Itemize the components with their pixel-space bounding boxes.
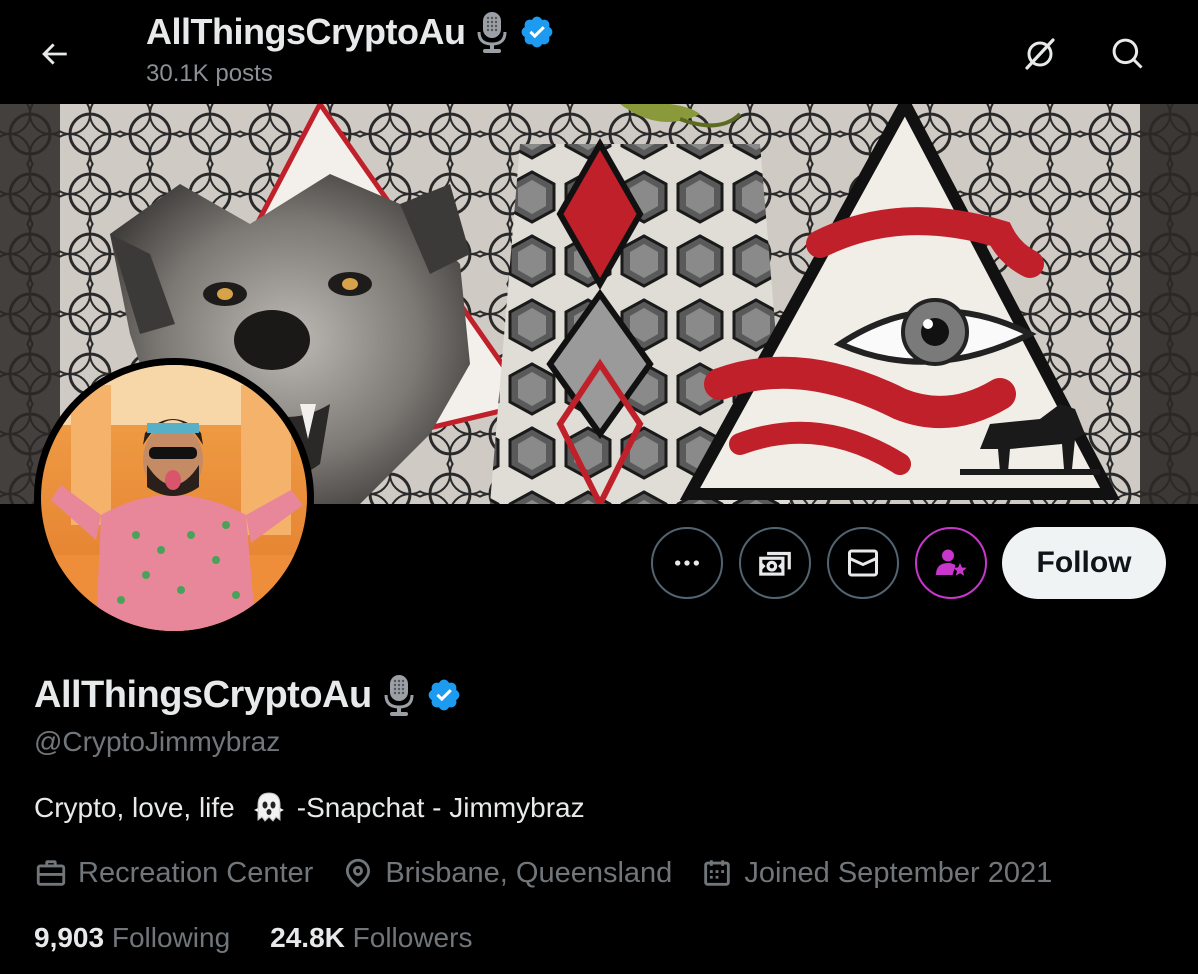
calendar-icon xyxy=(704,860,731,886)
subscribe-button[interactable] xyxy=(915,527,987,599)
profile-meta-row: Recreation Center Brisbane, Queensland J… xyxy=(34,856,1080,890)
more-icon xyxy=(675,560,699,566)
grok-button[interactable] xyxy=(1014,28,1066,80)
profile-location: Brisbane, Queensland xyxy=(341,856,672,890)
verified-badge-icon xyxy=(522,16,553,48)
search-button[interactable] xyxy=(1102,28,1154,80)
following-label: Following xyxy=(111,922,231,953)
back-button[interactable] xyxy=(28,28,80,80)
follow-button[interactable]: Follow xyxy=(1002,527,1166,599)
arrow-left-icon xyxy=(42,43,67,65)
microphone-icon xyxy=(477,12,507,53)
mail-icon xyxy=(847,549,878,577)
followers-count: 24.8K xyxy=(270,922,345,953)
profile-name-row: AllThingsCryptoAu xyxy=(34,672,462,718)
profile-avatar[interactable] xyxy=(34,358,314,638)
more-options-button[interactable] xyxy=(651,527,723,599)
profile-category: Recreation Center xyxy=(34,856,313,890)
location-label: Brisbane, Queensland xyxy=(385,856,673,889)
grok-icon xyxy=(1025,38,1055,70)
bio-text-start: Crypto, love, life xyxy=(34,792,235,823)
following-link[interactable]: 9,903 Following xyxy=(34,922,230,954)
search-icon xyxy=(1112,38,1143,69)
avatar-photo xyxy=(41,365,307,631)
followers-label: Followers xyxy=(352,922,473,953)
person-star-icon xyxy=(936,549,967,576)
category-label: Recreation Center xyxy=(78,856,314,889)
top-navigation-bar: AllThingsCryptoAu 30.1K posts xyxy=(0,0,1198,104)
profile-stats-row: 9,903 Following 24.8K Followers xyxy=(34,922,512,954)
profile-handle: @CryptoJimmybraz xyxy=(34,726,281,757)
header-display-name: AllThingsCryptoAu xyxy=(146,11,466,52)
briefcase-icon xyxy=(36,860,66,886)
verified-badge-icon[interactable] xyxy=(426,677,462,713)
profile-bio: Crypto, love, life -Snapchat - Jimmybraz xyxy=(34,790,585,826)
header-title-block: AllThingsCryptoAu 30.1K posts xyxy=(146,10,555,88)
tip-button[interactable] xyxy=(739,527,811,599)
profile-display-name: AllThingsCryptoAu xyxy=(34,673,372,716)
joined-label: Joined September 2021 xyxy=(744,856,1053,889)
header-post-count: 30.1K posts xyxy=(146,60,273,87)
message-button[interactable] xyxy=(827,527,899,599)
profile-joined-date: Joined September 2021 xyxy=(700,856,1052,890)
following-count: 9,903 xyxy=(34,922,105,953)
microphone-icon xyxy=(384,675,414,716)
ghost-icon xyxy=(253,792,284,822)
money-icon xyxy=(759,551,791,576)
bio-text-end: -Snapchat - Jimmybraz xyxy=(296,792,585,823)
location-pin-icon xyxy=(346,858,371,888)
followers-link[interactable]: 24.8K Followers xyxy=(270,922,472,954)
